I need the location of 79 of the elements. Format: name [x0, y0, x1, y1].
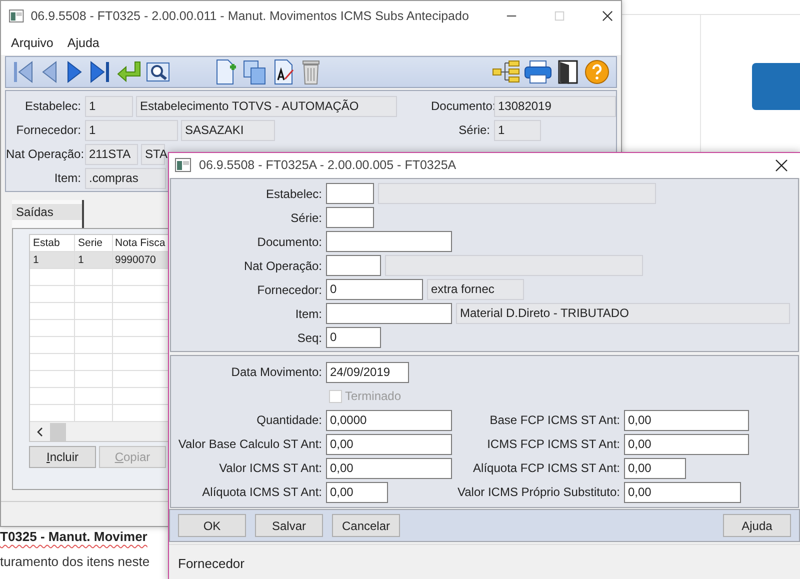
input-field[interactable]: 0,00	[326, 458, 452, 479]
dialog-button[interactable]: Salvar	[255, 514, 323, 538]
edit-text-icon[interactable]	[272, 58, 296, 86]
page-heading: T0325 - Manut. Movimer	[0, 528, 148, 546]
field-label: Seq:	[296, 330, 322, 345]
input-field[interactable]: 0,00	[326, 482, 388, 503]
printer-icon[interactable]	[524, 59, 552, 85]
tree-icon[interactable]	[492, 59, 520, 85]
close-icon[interactable]	[775, 158, 788, 172]
field-label: Valor ICMS ST Ant:	[218, 461, 322, 476]
page-text: turamento dos itens neste	[0, 553, 151, 571]
table-cell: 1	[30, 252, 75, 269]
dialog-button[interactable]: Ajuda	[723, 514, 791, 538]
readonly-field: SASAZAKI	[181, 120, 275, 140]
field-label: Documento:	[256, 234, 322, 249]
readonly-field: 1	[85, 120, 178, 140]
dialog-title: 06.9.5508 - FT0325A - 2.00.00.005 - FT0325A	[199, 158, 458, 172]
field-label: Alíquota FCP ICMS ST Ant:	[472, 461, 620, 476]
menu-item[interactable]: Arquivo	[11, 36, 54, 50]
dialog-button[interactable]: Cancelar	[332, 514, 400, 538]
window-title: 06.9.5508 - FT0325 - 2.00.00.011 - Manut. Movimentos ICMS Subs Antecipado	[30, 8, 469, 22]
input-field[interactable]: 0,00	[624, 482, 741, 503]
status-text: Fornecedor	[178, 556, 244, 571]
input-field[interactable]: 0	[326, 279, 423, 300]
input-field[interactable]: 0,00	[624, 458, 686, 479]
app-icon	[175, 158, 191, 172]
readonly-field: extra fornec	[427, 279, 524, 300]
table-cell: 1	[75, 252, 113, 269]
input-field[interactable]: 0,00	[326, 434, 452, 455]
field-label: Nat Operação:	[6, 147, 81, 161]
field-label: ICMS FCP ICMS ST Ant:	[486, 437, 620, 452]
scroll-left-icon[interactable]	[36, 426, 44, 436]
input-field[interactable]	[326, 231, 452, 252]
field-label: Estabelec:	[24, 99, 81, 113]
field-label: Fornecedor:	[256, 282, 322, 297]
table-row[interactable]: 1 1 9990070	[30, 252, 169, 269]
input-field[interactable]: 0,0000	[326, 410, 452, 431]
readonly-field: STA	[141, 144, 165, 164]
field-label: Quantidade:	[256, 413, 322, 428]
field-label: Estabelec:	[264, 186, 322, 201]
field-label: Série:	[458, 123, 490, 137]
form-button[interactable]: Incluir	[29, 446, 96, 468]
input-field[interactable]: 0,00	[624, 410, 749, 431]
input-field[interactable]: 0,00	[624, 434, 749, 455]
field-label: Fornecedor:	[15, 123, 81, 137]
readonly-field: Estabelecimento TOTVS - AUTOMAÇÃO	[136, 96, 397, 116]
readonly-field: 13082019	[494, 96, 616, 116]
input-field[interactable]	[326, 183, 374, 204]
field-label: Valor ICMS Próprio Substituto:	[456, 485, 620, 500]
tab[interactable]: Saídas	[12, 200, 84, 228]
input-field[interactable]	[326, 303, 452, 324]
readonly-field: 211STA	[85, 144, 138, 164]
input-field[interactable]	[326, 255, 381, 276]
readonly-field: Material D.Direto - TRIBUTADO	[456, 303, 790, 324]
input-field[interactable]	[326, 207, 374, 228]
last-record-icon[interactable]	[88, 59, 112, 85]
field-label: Alíquota ICMS ST Ant:	[201, 485, 322, 500]
input-field[interactable]: 0	[326, 327, 381, 348]
field-label: Valor Base Calculo ST Ant:	[177, 437, 322, 452]
field-label: Base FCP ICMS ST Ant:	[488, 413, 620, 428]
readonly-field: .compras	[85, 168, 166, 188]
horizontal-scrollbar[interactable]	[30, 422, 169, 441]
field-label: Série:	[290, 210, 322, 225]
close-icon[interactable]	[602, 10, 614, 22]
dialog-button[interactable]: OK	[178, 514, 246, 538]
door-icon[interactable]	[556, 59, 580, 85]
field-label: Nat Operação:	[242, 258, 322, 273]
help-icon[interactable]	[584, 59, 610, 85]
new-document-icon[interactable]	[214, 58, 238, 86]
input-field[interactable]: 24/09/2019	[326, 362, 409, 383]
field-label: Item:	[294, 306, 322, 321]
readonly-field: 1	[85, 96, 133, 116]
scrollbar-thumb[interactable]	[50, 422, 66, 440]
field-label: Data Movimento:	[230, 365, 322, 380]
menu-item[interactable]: Ajuda	[67, 36, 100, 50]
readonly-field: 1	[494, 120, 541, 140]
field-label: Item:	[53, 171, 81, 185]
copy-icon[interactable]	[242, 58, 268, 86]
app-icon	[9, 8, 24, 22]
